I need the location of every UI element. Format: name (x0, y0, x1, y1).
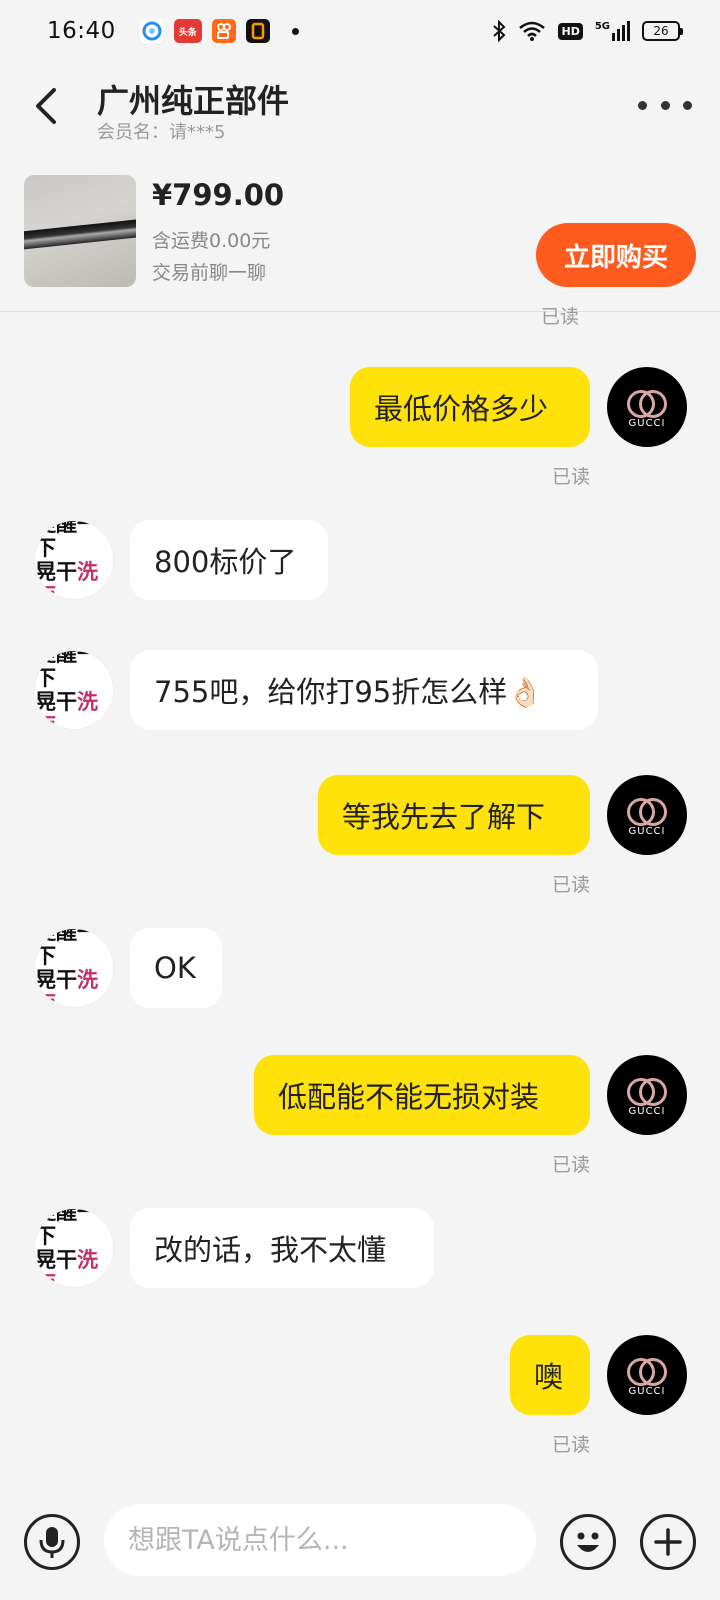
gucci-logo-icon (627, 1077, 667, 1106)
message-bubble-sent[interactable]: 等我先去了解下 (318, 775, 590, 855)
chevron-left-icon (36, 88, 56, 124)
message-bubble-sent[interactable]: 低配能不能无损对装 (254, 1055, 590, 1135)
message-bubble-received[interactable]: 改的话，我不太懂 (130, 1208, 434, 1288)
counter-app-icon (245, 19, 270, 43)
wifi-icon (519, 21, 546, 41)
chat-header: 广州纯正部件 会员名：请***5 (0, 62, 720, 150)
more-dot-icon (660, 100, 670, 110)
voice-button[interactable] (24, 1514, 80, 1570)
message-input[interactable] (104, 1504, 536, 1576)
product-price: ¥799.00 (152, 178, 285, 212)
more-dot-icon (638, 100, 647, 110)
read-receipt: 已读 (552, 874, 591, 896)
message-bubble-sent[interactable]: 噢 (510, 1335, 590, 1415)
smile-icon (577, 1532, 599, 1552)
seller-avatar[interactable]: 提醒一下 晃干洗面 (34, 1208, 114, 1288)
my-avatar[interactable]: GUCCI (607, 367, 687, 447)
signal-icon: 5G (595, 21, 630, 41)
gucci-logo-icon (627, 1357, 667, 1386)
my-avatar[interactable]: GUCCI (607, 1335, 687, 1415)
battery-icon: 26 (642, 21, 683, 41)
seller-avatar[interactable]: 提醒一下 晃干洗面 (34, 928, 114, 1008)
product-card[interactable]: ¥799.00 含运费0.00元 交易前聊一聊 立即购买 (0, 160, 720, 312)
status-app-icons: 头条 (139, 19, 299, 43)
read-receipt: 已读 (541, 306, 580, 328)
plus-icon (654, 1528, 682, 1556)
read-receipt: 已读 (552, 1434, 591, 1456)
seller-avatar[interactable]: 提醒一下 晃干洗面 (34, 520, 114, 600)
member-name: 会员名：请***5 (97, 122, 226, 143)
gucci-logo-icon (627, 389, 667, 418)
emoji-button[interactable] (560, 1514, 616, 1570)
shipping-info: 含运费0.00元 (152, 230, 271, 252)
notification-dot (291, 27, 299, 35)
seller-avatar[interactable]: 提醒一下 晃干洗面 (34, 650, 114, 730)
input-bar (0, 1500, 720, 1600)
gucci-logo-icon (627, 797, 667, 826)
back-button[interactable] (28, 82, 68, 130)
message-bubble-sent[interactable]: 最低价格多少 (350, 367, 590, 447)
read-receipt: 已读 (552, 1154, 591, 1176)
status-time: 16:40 (47, 18, 116, 44)
message-bubble-received[interactable]: 800标价了 (130, 520, 328, 600)
product-image[interactable] (24, 175, 136, 287)
add-attachment-button[interactable] (640, 1514, 696, 1570)
microphone-icon (39, 1527, 65, 1558)
read-receipt: 已读 (552, 466, 591, 488)
page-title: 广州纯正部件 (97, 82, 290, 120)
more-dot-icon (683, 100, 692, 110)
toutiao-app-icon: 头条 (173, 19, 202, 43)
buy-now-button[interactable]: 立即购买 (536, 223, 696, 287)
chat-note: 交易前聊一聊 (152, 262, 267, 284)
message-bubble-received[interactable]: OK (130, 928, 222, 1008)
hd-icon: HD (558, 22, 583, 40)
status-right: HD 5G 26 (492, 20, 683, 42)
my-avatar[interactable]: GUCCI (607, 775, 687, 855)
bluetooth-icon (493, 20, 506, 42)
browser-app-icon (139, 19, 164, 43)
my-avatar[interactable]: GUCCI (607, 1055, 687, 1135)
kuaishou-app-icon (211, 19, 236, 43)
message-bubble-received[interactable]: 755吧，给你打95折怎么样👌🏻 (130, 650, 598, 730)
more-options-button[interactable] (638, 92, 692, 118)
status-bar: 16:40 头条 HD 5G 26 (0, 0, 720, 62)
